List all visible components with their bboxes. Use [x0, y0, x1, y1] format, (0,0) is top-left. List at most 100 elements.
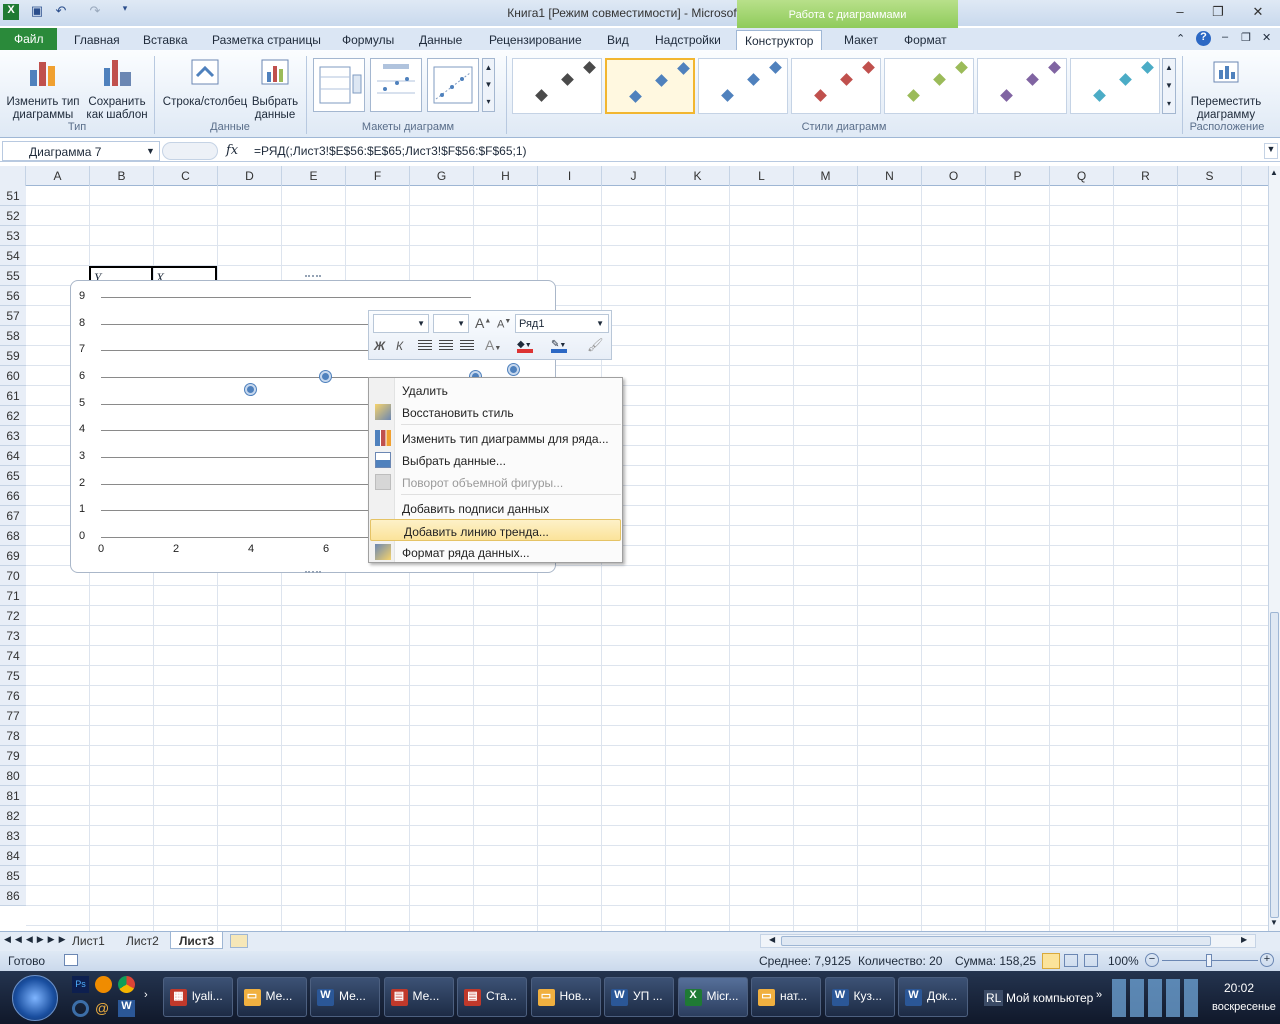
row-header-72[interactable]: 72: [0, 606, 26, 626]
word-quick-icon[interactable]: W: [118, 1000, 135, 1017]
chart-resize-handle-top[interactable]: [305, 275, 321, 280]
row-header-56[interactable]: 56: [0, 286, 26, 306]
taskbar-item-pdf-2[interactable]: ▤ Ста...: [457, 977, 527, 1017]
sheet-tab-2[interactable]: Лист2: [118, 932, 167, 949]
styles-scroll[interactable]: ▲ ▼ ▾: [1162, 58, 1176, 114]
data-point[interactable]: [320, 371, 331, 382]
chart-style-4[interactable]: [791, 58, 881, 114]
scroll-right-icon[interactable]: ▶: [1241, 935, 1247, 944]
fill-color-icon[interactable]: ◆▼: [517, 339, 533, 353]
menu-format-series[interactable]: Формат ряда данных...: [369, 541, 622, 563]
column-header-m[interactable]: M: [794, 166, 858, 186]
chart-style-7[interactable]: [1070, 58, 1160, 114]
chart-layout-1[interactable]: [313, 58, 365, 112]
vertical-scrollbar[interactable]: ▲ ▼: [1268, 166, 1280, 931]
outline-color-icon[interactable]: ✎▼: [551, 339, 567, 353]
quicklaunch-expand-icon[interactable]: ›: [144, 989, 148, 1001]
row-header-74[interactable]: 74: [0, 646, 26, 666]
align-center-icon[interactable]: [439, 340, 453, 352]
zoom-in-icon[interactable]: +: [1260, 953, 1274, 967]
scroll-down-icon[interactable]: ▼: [1270, 918, 1278, 927]
chrome-icon[interactable]: [118, 976, 135, 993]
column-header-j[interactable]: J: [602, 166, 666, 186]
bold-button[interactable]: Ж: [374, 339, 385, 353]
row-header-70[interactable]: 70: [0, 566, 26, 586]
chart-element-dropdown[interactable]: Ряд1 ▼: [515, 314, 609, 333]
taskbar-item-word-3[interactable]: W Куз...: [824, 977, 895, 1017]
row-header-54[interactable]: 54: [0, 246, 26, 266]
tab-insert[interactable]: Вставка: [135, 30, 196, 50]
macro-record-icon[interactable]: [64, 954, 78, 966]
photoshop-icon[interactable]: Ps: [72, 976, 89, 993]
menu-select-data[interactable]: Выбрать данные...: [369, 449, 622, 471]
row-header-86[interactable]: 86: [0, 886, 26, 906]
close-button[interactable]: ✕: [1246, 4, 1270, 20]
row-header-71[interactable]: 71: [0, 586, 26, 606]
row-header-77[interactable]: 77: [0, 706, 26, 726]
tab-formulas[interactable]: Формулы: [334, 30, 402, 50]
zoom-out-icon[interactable]: −: [1145, 953, 1159, 967]
font-name-dropdown[interactable]: ▼: [373, 314, 429, 333]
save-as-template-button[interactable]: Сохранить как шаблон: [84, 56, 150, 122]
row-header-51[interactable]: 51: [0, 186, 26, 206]
row-header-80[interactable]: 80: [0, 766, 26, 786]
row-header-79[interactable]: 79: [0, 746, 26, 766]
minimize-ribbon-icon[interactable]: ⌃: [1176, 32, 1185, 45]
column-header-f[interactable]: F: [346, 166, 410, 186]
column-header-k[interactable]: K: [666, 166, 730, 186]
row-header-61[interactable]: 61: [0, 386, 26, 406]
tab-page-layout[interactable]: Разметка страницы: [204, 30, 329, 50]
row-header-59[interactable]: 59: [0, 346, 26, 366]
my-computer-toolbar[interactable]: Мой компьютер: [1006, 991, 1093, 1005]
column-header-i[interactable]: I: [538, 166, 602, 186]
start-button[interactable]: [12, 975, 58, 1021]
row-header-60[interactable]: 60: [0, 366, 26, 386]
chart-layout-2[interactable]: [370, 58, 422, 112]
align-left-icon[interactable]: [418, 340, 432, 352]
menu-reset-style[interactable]: Восстановить стиль: [369, 401, 622, 423]
maximize-button[interactable]: ❐: [1206, 4, 1230, 20]
scroll-up-icon[interactable]: ▲: [1270, 168, 1278, 177]
minimize-button[interactable]: ‒: [1168, 4, 1192, 20]
row-header-78[interactable]: 78: [0, 726, 26, 746]
row-header-76[interactable]: 76: [0, 686, 26, 706]
row-header-63[interactable]: 63: [0, 426, 26, 446]
menu-add-trendline[interactable]: Добавить линию тренда...: [370, 519, 621, 541]
tab-addins[interactable]: Надстройки: [647, 30, 729, 50]
column-header-h[interactable]: H: [474, 166, 538, 186]
tab-format[interactable]: Формат: [896, 30, 955, 50]
format-painter-icon[interactable]: 🖌: [587, 337, 604, 353]
row-header-81[interactable]: 81: [0, 786, 26, 806]
chart-style-6[interactable]: [977, 58, 1067, 114]
sheet-tab-1[interactable]: Лист1: [64, 932, 113, 949]
opera-icon[interactable]: [72, 1000, 89, 1017]
row-header-83[interactable]: 83: [0, 826, 26, 846]
column-header-l[interactable]: L: [730, 166, 794, 186]
column-header-n[interactable]: N: [858, 166, 922, 186]
chart-resize-handle-bottom[interactable]: [305, 571, 321, 576]
row-header-82[interactable]: 82: [0, 806, 26, 826]
select-data-button[interactable]: Выбрать данные: [250, 56, 300, 122]
tab-home[interactable]: Главная: [66, 30, 128, 50]
column-header-e[interactable]: E: [282, 166, 346, 186]
name-box[interactable]: Диаграмма 7: [2, 141, 160, 161]
clock-time[interactable]: 20:02: [1224, 981, 1254, 995]
name-box-dropdown-icon[interactable]: ▼: [146, 146, 155, 156]
zoom-slider-thumb[interactable]: [1206, 954, 1212, 967]
taskbar-item-folder-3[interactable]: ▭ нат...: [751, 977, 821, 1017]
clock-day[interactable]: воскресенье: [1212, 1001, 1276, 1013]
change-chart-type-button[interactable]: Изменить тип диаграммы: [4, 56, 82, 122]
tray-icons[interactable]: [1112, 979, 1202, 1017]
menu-3d-rotation[interactable]: Поворот объемной фигуры...: [369, 471, 622, 493]
taskbar-item-word-1[interactable]: W Ме...: [310, 977, 380, 1017]
column-header-a[interactable]: A: [26, 166, 90, 186]
horizontal-scrollbar[interactable]: ◀ ▶: [760, 934, 1256, 948]
chart-style-1[interactable]: [512, 58, 602, 114]
chart-style-3[interactable]: [698, 58, 788, 114]
menu-add-data-labels[interactable]: Добавить подписи данных: [369, 497, 622, 519]
mail-icon[interactable]: @: [95, 1000, 109, 1016]
column-header-p[interactable]: P: [986, 166, 1050, 186]
zoom-level[interactable]: 100%: [1108, 954, 1139, 968]
column-header-c[interactable]: C: [154, 166, 218, 186]
data-point[interactable]: [507, 364, 519, 376]
